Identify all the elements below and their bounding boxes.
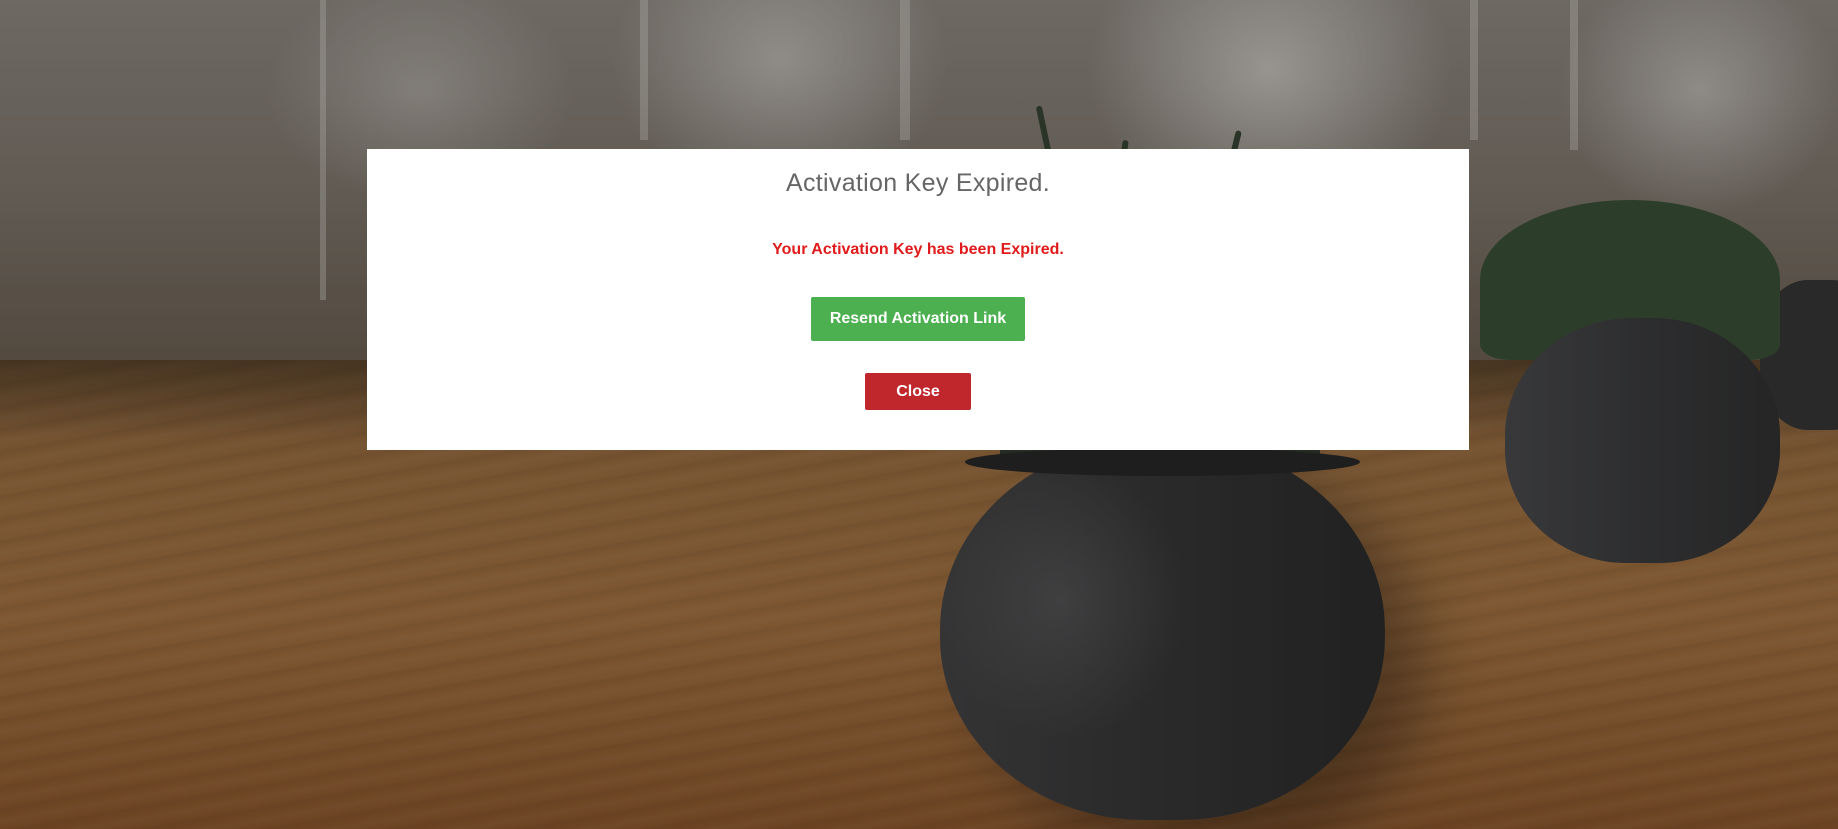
resend-activation-link-button[interactable]: Resend Activation Link — [811, 297, 1025, 341]
expired-message: Your Activation Key has been Expired. — [772, 241, 1064, 258]
modal-title: Activation Key Expired. — [786, 169, 1050, 197]
close-button[interactable]: Close — [865, 373, 971, 410]
activation-expired-modal: Activation Key Expired. Your Activation … — [367, 149, 1469, 450]
